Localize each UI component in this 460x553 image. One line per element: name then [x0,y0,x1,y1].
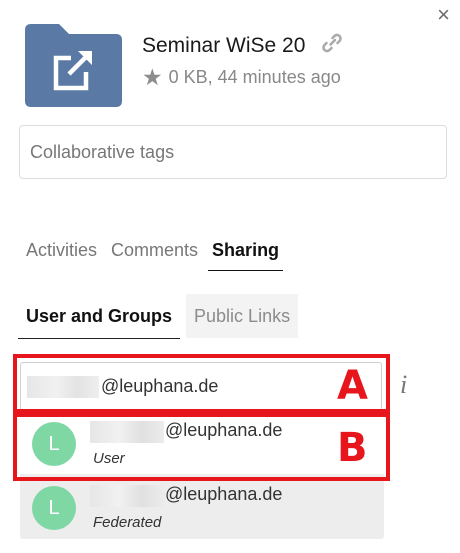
suggestion-type: Federated [93,514,162,531]
file-size-time: 0 KB, 44 minutes ago [168,67,341,87]
star-icon[interactable]: ★ [142,66,163,89]
file-name: Seminar WiSe 20 [142,34,306,57]
link-icon[interactable] [320,31,344,55]
annotation-box-b [13,413,390,481]
close-icon[interactable]: × [437,4,450,26]
avatar: L [32,486,76,530]
file-meta: ★ 0 KB, 44 minutes ago [142,66,341,89]
tab-comments[interactable]: Comments [111,240,198,271]
suggestion-federated[interactable]: L @leuphana.de Federated [20,476,384,538]
annotation-box-a [13,354,390,413]
tab-sharing[interactable]: Sharing [208,240,284,271]
redacted-username [90,485,164,507]
info-icon[interactable]: i [400,370,407,400]
shared-folder-icon [25,24,122,107]
subtab-public-links[interactable]: Public Links [186,294,299,338]
annotation-label-b: B [337,425,368,471]
subtab-user-and-groups[interactable]: User and Groups [18,294,181,339]
details-tabs: Activities Comments Sharing [26,240,297,271]
suggestion-email: @leuphana.de [165,484,283,504]
tab-activities[interactable]: Activities [26,240,97,271]
annotation-label-a: A [337,363,368,409]
sharing-subtabs: User and Groups Public Links [18,294,299,339]
collaborative-tags-input[interactable] [19,125,447,179]
